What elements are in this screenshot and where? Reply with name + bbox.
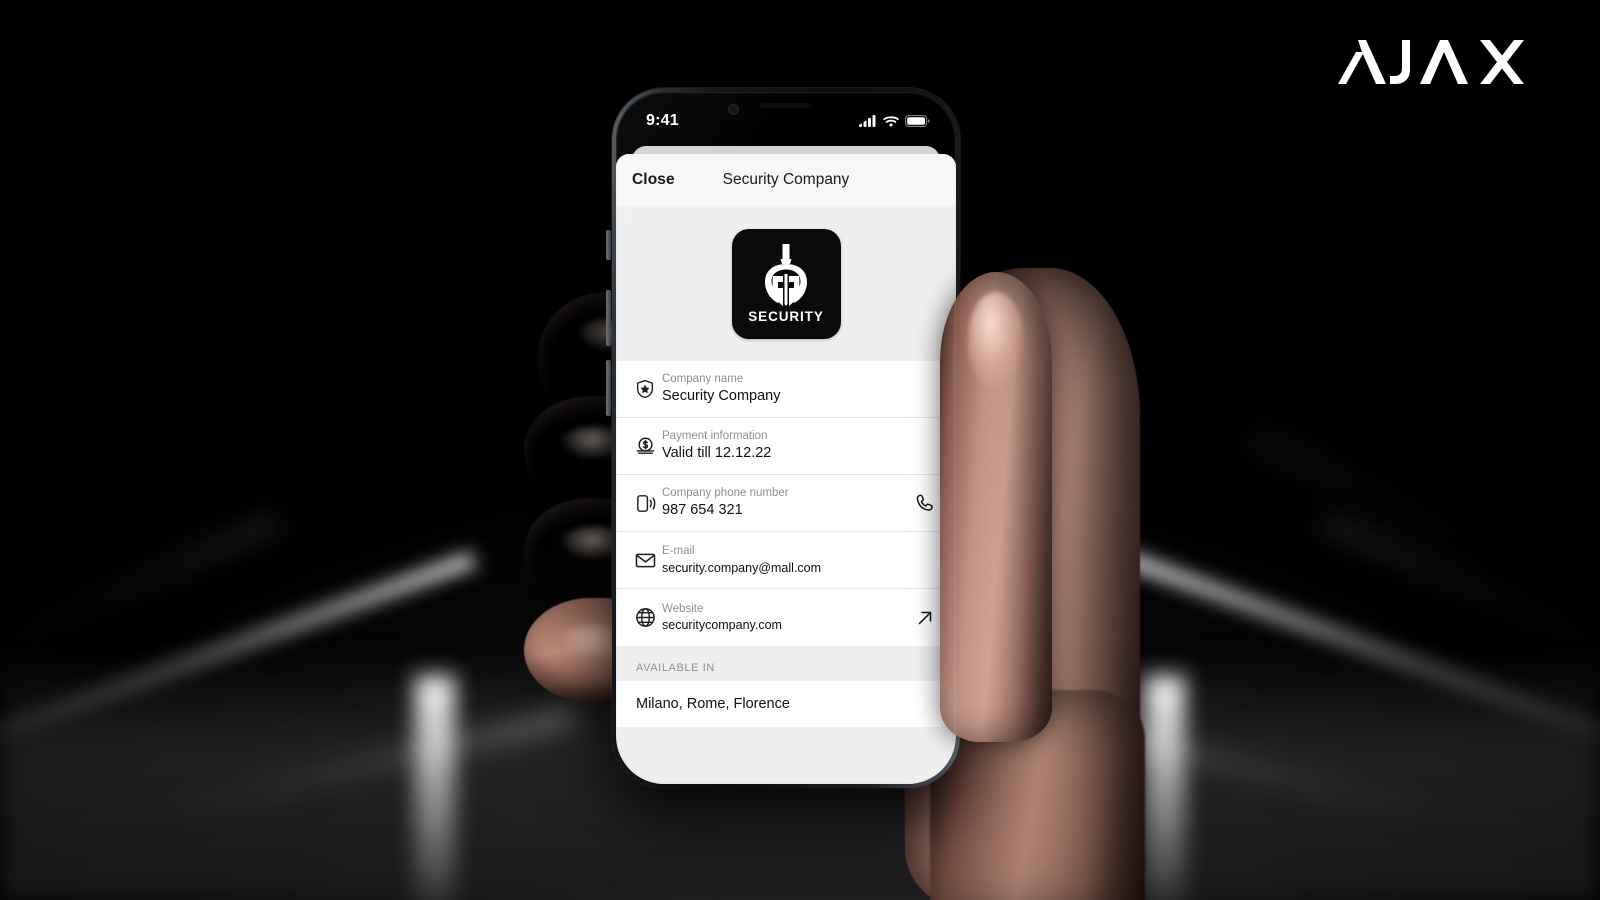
- shield-star-icon: [628, 378, 662, 400]
- table-row[interactable]: Company phone number 987 654 321: [616, 475, 956, 532]
- navigation-bar: Close Security Company: [616, 154, 956, 206]
- available-in-header: AVAILABLE IN: [616, 646, 956, 681]
- row-label: Company phone number: [662, 486, 789, 499]
- row-text: Website securitycompany.com: [662, 602, 908, 634]
- money-coin-icon: [628, 435, 662, 458]
- row-value: securitycompany.com: [662, 618, 782, 633]
- info-rows: Company name Security Company Payment inf…: [616, 361, 956, 646]
- company-logo-area: SECURITY: [616, 206, 956, 361]
- phone-device: Close Security Company SECURITY Company …: [612, 88, 960, 788]
- table-row[interactable]: Payment information Valid till 12.12.22: [616, 418, 956, 475]
- row-value: Valid till 12.12.22: [662, 445, 772, 462]
- battery-full-icon: [905, 115, 930, 127]
- row-text: Payment information Valid till 12.12.22: [662, 429, 908, 463]
- modal-sheet: Close Security Company SECURITY Company …: [616, 154, 956, 784]
- volume-up-button[interactable]: [606, 290, 611, 346]
- row-label: E-mail: [662, 545, 695, 558]
- envelope-icon: [628, 549, 662, 572]
- thumbnail-highlight: [968, 292, 1024, 388]
- phone-notch: [700, 92, 872, 126]
- phone-screen-bezel: Close Security Company SECURITY Company …: [616, 92, 956, 784]
- status-time: 9:41: [646, 112, 679, 129]
- row-value: Security Company: [662, 388, 781, 405]
- company-logo-word: SECURITY: [748, 308, 824, 324]
- front-camera: [728, 104, 739, 115]
- available-cities-row[interactable]: Milano, Rome, Florence: [616, 681, 956, 727]
- external-link-icon[interactable]: [908, 607, 942, 629]
- row-label: Payment information: [662, 429, 768, 442]
- row-value: security.company@mall.com: [662, 560, 822, 575]
- earpiece-speaker: [760, 103, 812, 108]
- scene-background: Close Security Company SECURITY Company …: [0, 0, 1600, 900]
- volume-down-button[interactable]: [606, 360, 611, 416]
- wifi-icon: [883, 116, 899, 127]
- light-streak-right-vertical: [1145, 676, 1185, 900]
- sheet-bottom-space: [616, 727, 956, 784]
- row-value: 987 654 321: [662, 502, 743, 519]
- table-row[interactable]: Website securitycompany.com: [616, 589, 956, 646]
- row-label: Company name: [662, 372, 744, 385]
- row-label: Website: [662, 602, 704, 615]
- row-text: Company phone number 987 654 321: [662, 486, 908, 520]
- row-text: E-mail security.company@mall.com: [662, 544, 908, 576]
- available-cities-value: Milano, Rome, Florence: [636, 696, 790, 712]
- ajax-logo: [1328, 30, 1558, 90]
- call-icon[interactable]: [908, 492, 942, 514]
- globe-icon: [628, 606, 662, 629]
- silent-switch[interactable]: [606, 230, 611, 260]
- close-button[interactable]: Close: [632, 171, 675, 189]
- spartan-helmet-icon: [765, 243, 807, 306]
- phone-signal-icon: [628, 492, 662, 515]
- table-row[interactable]: E-mail security.company@mall.com: [616, 532, 956, 589]
- company-logo-card: SECURITY: [731, 228, 841, 339]
- row-text: Company name Security Company: [662, 372, 908, 406]
- light-streak-left-vertical: [415, 676, 455, 900]
- table-row[interactable]: Company name Security Company: [616, 361, 956, 418]
- phone-screen: Close Security Company SECURITY Company …: [616, 92, 956, 784]
